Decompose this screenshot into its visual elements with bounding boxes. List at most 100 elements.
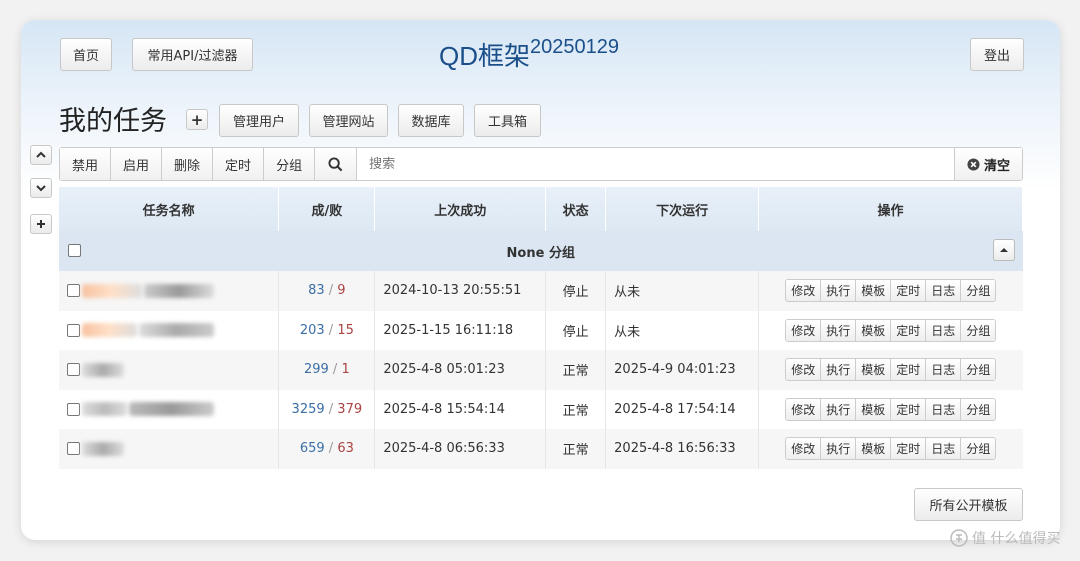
run-button[interactable]: 执行 [821, 398, 857, 420]
clear-label: 清空 [983, 158, 1010, 174]
group-button[interactable]: 分组 [961, 398, 996, 420]
run-button[interactable]: 执行 [821, 280, 857, 302]
group-button[interactable]: 分组 [264, 148, 316, 180]
disable-button[interactable]: 禁用 [60, 148, 112, 180]
template-button[interactable]: 模板 [856, 359, 892, 381]
side-add-button[interactable] [30, 214, 52, 234]
row-actions: 修改 执行 模板 定时 日志 分组 [785, 358, 997, 382]
next-run-cell: 2025-4-9 04:01:23 [605, 350, 760, 390]
task-name-redacted[interactable] [82, 283, 142, 298]
log-button[interactable]: 日志 [926, 359, 962, 381]
table-row: 83 / 9 2024-10-13 20:55:51 停止 从未 修改 执行 模板定… [59, 271, 1023, 311]
template-button[interactable]: 模板 [856, 319, 892, 341]
edit-button[interactable]: 修改 [786, 319, 822, 341]
task-name-redacted[interactable] [82, 441, 124, 456]
row-actions: 修改 执行 模板 定时 日志 分组 [785, 318, 997, 342]
group-collapse-button[interactable] [992, 239, 1015, 261]
task-name-redacted[interactable] [82, 362, 124, 377]
group-button[interactable]: 分组 [961, 280, 996, 302]
logout-button[interactable]: 登出 [970, 38, 1024, 71]
task-name-redacted[interactable] [82, 323, 137, 338]
search-icon-button[interactable] [315, 148, 358, 180]
task-toolbar: 禁用 启用 删除 定时 分组 清空 [59, 147, 1023, 181]
success-count: 3259 [291, 401, 325, 417]
edit-button[interactable]: 修改 [786, 359, 822, 381]
log-button[interactable]: 日志 [926, 280, 962, 302]
database-button[interactable]: 数据库 [398, 104, 464, 137]
log-button[interactable]: 日志 [926, 319, 962, 341]
last-success-cell: 2025-4-8 06:56:33 [374, 429, 547, 469]
group-row: None 分组 [59, 231, 1023, 271]
table-row: 203 / 15 2025-1-15 16:11:18 停止 从未 修改 执行 模板… [59, 310, 1023, 350]
task-name-redacted[interactable] [82, 402, 127, 417]
row-checkbox[interactable] [67, 284, 80, 298]
col-header-actions: 操作 [758, 187, 1023, 231]
schedule-button[interactable]: 定时 [891, 319, 927, 341]
run-button[interactable]: 执行 [821, 319, 857, 341]
last-success-cell: 2025-1-15 16:11:18 [374, 310, 547, 350]
chevron-up-icon [36, 151, 46, 158]
add-task-button[interactable]: + [186, 109, 208, 130]
row-checkbox[interactable] [67, 363, 80, 377]
run-button[interactable]: 执行 [821, 359, 857, 381]
edit-button[interactable]: 修改 [786, 398, 822, 420]
group-checkbox[interactable] [68, 244, 81, 257]
log-button[interactable]: 日志 [926, 398, 962, 420]
template-button[interactable]: 模板 [856, 438, 892, 460]
clear-button[interactable]: 清空 [953, 148, 1022, 180]
clear-circle-icon [967, 157, 980, 171]
status-cell: 正常 [545, 389, 607, 429]
schedule-button[interactable]: 定时 [891, 359, 927, 381]
enable-button[interactable]: 启用 [111, 148, 163, 180]
schedule-button[interactable]: 定时 [891, 398, 927, 420]
fail-count: 9 [337, 283, 346, 299]
caret-up-icon [999, 248, 1008, 252]
row-actions: 修改 执行 模板 定时 日志 分组 [785, 397, 997, 421]
task-name-redacted [144, 283, 214, 298]
col-header-name[interactable]: 任务名称 [59, 187, 280, 231]
scroll-down-button[interactable] [30, 178, 52, 198]
scroll-up-button[interactable] [30, 145, 52, 165]
group-button[interactable]: 分组 [961, 438, 996, 460]
page-title: 我的任务 [59, 106, 167, 137]
edit-button[interactable]: 修改 [786, 438, 822, 460]
last-success-cell: 2025-4-8 05:01:23 [374, 350, 547, 390]
edit-button[interactable]: 修改 [786, 280, 822, 302]
watermark: 值 什么值得买 [950, 528, 1060, 548]
row-actions: 修改 执行 模板 定时 日志 分组 [785, 279, 997, 303]
api-filter-button[interactable]: 常用API/过滤器 [132, 38, 253, 71]
manage-users-button[interactable]: 管理用户 [219, 104, 299, 137]
home-button[interactable]: 首页 [60, 38, 112, 71]
watermark-text: 值 什么值得买 [972, 531, 1061, 547]
run-button[interactable]: 执行 [821, 438, 857, 460]
col-header-success-fail[interactable]: 成/败 [278, 187, 376, 231]
schedule-button[interactable]: 定时 [891, 280, 927, 302]
table-row: 659 / 63 2025-4-8 06:56:33 正常 2025-4-8 1… [59, 429, 1023, 469]
row-checkbox[interactable] [67, 442, 80, 456]
search-icon [328, 156, 343, 171]
fail-count: 1 [341, 362, 350, 378]
col-header-last-success[interactable]: 上次成功 [374, 187, 547, 231]
log-button[interactable]: 日志 [926, 438, 962, 460]
col-header-next-run[interactable]: 下次运行 [605, 187, 760, 231]
toolbox-button[interactable]: 工具箱 [474, 104, 541, 137]
schedule-button[interactable]: 定时 [213, 148, 265, 180]
delete-button[interactable]: 删除 [162, 148, 214, 180]
group-label: None 分组 [506, 245, 575, 261]
search-input[interactable] [357, 148, 954, 180]
template-button[interactable]: 模板 [856, 398, 892, 420]
status-cell: 正常 [545, 429, 607, 469]
row-checkbox[interactable] [67, 402, 80, 416]
table-row: 299 / 1 2025-4-8 05:01:23 正常 2025-4-9 04… [59, 350, 1023, 390]
template-button[interactable]: 模板 [856, 280, 892, 302]
site-version: 20250129 [530, 36, 619, 58]
next-run-cell: 2025-4-8 17:54:14 [605, 389, 760, 429]
row-checkbox[interactable] [67, 323, 80, 337]
public-templates-button[interactable]: 所有公开模板 [914, 488, 1023, 521]
manage-sites-button[interactable]: 管理网站 [309, 104, 388, 137]
group-button[interactable]: 分组 [961, 319, 996, 341]
group-button[interactable]: 分组 [961, 359, 996, 381]
col-header-status[interactable]: 状态 [545, 187, 607, 231]
schedule-button[interactable]: 定时 [891, 438, 927, 460]
site-title: QD框架20250129 [439, 36, 619, 73]
